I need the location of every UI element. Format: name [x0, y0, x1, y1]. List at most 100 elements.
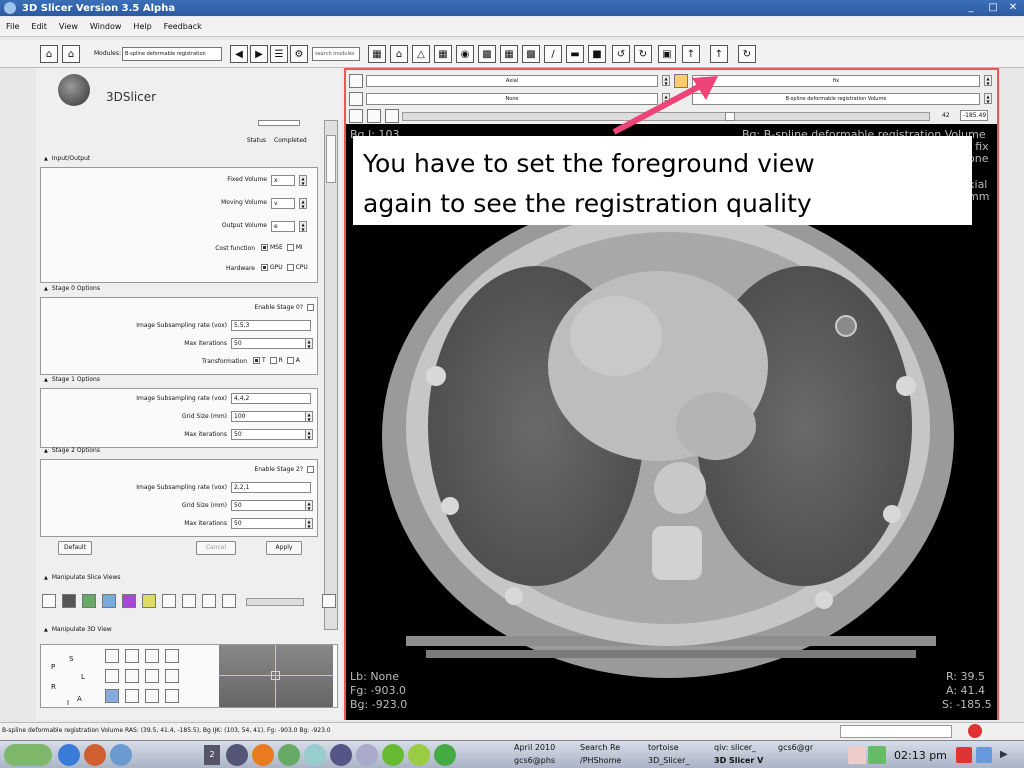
io-section-header[interactable]: Input/Output: [36, 155, 324, 167]
slice-label-icon[interactable]: [349, 92, 363, 106]
module-scrollbar-thumb[interactable]: [326, 135, 336, 183]
manip-3d-header[interactable]: Manipulate 3D View: [36, 626, 324, 638]
cost-mse-radio[interactable]: [261, 244, 268, 251]
hardware-cpu-radio[interactable]: [286, 264, 294, 271]
network-icon[interactable]: [110, 744, 132, 766]
moving-volume-select[interactable]: v: [271, 198, 295, 209]
slice-visibility-icon[interactable]: [349, 109, 363, 123]
view-zoom-out-icon[interactable]: [165, 669, 179, 683]
view-axes-icon[interactable]: [105, 689, 119, 703]
slicer-launch-icon[interactable]: [330, 744, 352, 766]
home-folder-icon[interactable]: [84, 744, 106, 766]
tabbed-view-icon[interactable]: ■: [588, 45, 606, 63]
redo-icon[interactable]: ↻: [634, 45, 652, 63]
fiducial-icon[interactable]: △: [412, 45, 430, 63]
slice-fov-icon[interactable]: [42, 594, 56, 608]
slice-green-icon[interactable]: [82, 594, 96, 608]
stage0-iterations-spinner[interactable]: ▲ ▼: [305, 338, 313, 349]
module-history-icon[interactable]: ☰: [270, 45, 288, 63]
clipboard-icon[interactable]: [848, 746, 866, 764]
spinner-icon[interactable]: [408, 744, 430, 766]
stage1-iterations-spinner[interactable]: ▲ ▼: [305, 429, 313, 440]
foreground-spinner[interactable]: ▲ ▼: [984, 75, 992, 86]
show-desktop-icon[interactable]: [976, 747, 992, 763]
home-module-icon[interactable]: ⌂: [40, 45, 58, 63]
view-3d-thumbnail[interactable]: [219, 645, 333, 707]
output-volume-spinner[interactable]: ▲ ▼: [299, 221, 307, 232]
update-icon[interactable]: [868, 746, 886, 764]
layout-icon[interactable]: ▦: [368, 45, 386, 63]
task-april-2010[interactable]: April 2010: [514, 743, 555, 752]
error-log-icon[interactable]: [968, 724, 982, 738]
menu-feedback[interactable]: Feedback: [164, 22, 202, 31]
slice-fit-view-icon[interactable]: [367, 109, 381, 123]
background-select[interactable]: B-spline deformable registration Volume: [692, 93, 980, 105]
task-3d-slicer-folder[interactable]: 3D_Slicer_: [648, 756, 689, 765]
slice-crosshair-icon[interactable]: [142, 594, 156, 608]
place-mode-icon[interactable]: ↑: [710, 45, 728, 63]
slice-settings-icon[interactable]: [322, 594, 336, 608]
module-search-icon[interactable]: ⚙: [290, 45, 308, 63]
module-scrollbar[interactable]: [324, 120, 338, 630]
enable-stage2-checkbox[interactable]: [307, 466, 314, 473]
view-rock-icon[interactable]: [165, 689, 179, 703]
maximize-icon[interactable]: □: [984, 1, 1002, 15]
home-view-icon[interactable]: ⌂: [390, 45, 408, 63]
notification-icon[interactable]: [956, 747, 972, 763]
clock[interactable]: 02:13 pm: [894, 749, 947, 762]
stage0-subsample-input[interactable]: 5,5,3: [231, 320, 311, 331]
apply-button[interactable]: Apply: [266, 541, 302, 555]
stage2-grid-spinner[interactable]: ▲ ▼: [305, 500, 313, 511]
annotation-icon[interactable]: ∕: [544, 45, 562, 63]
close-icon[interactable]: ✕: [1004, 1, 1022, 15]
moving-volume-spinner[interactable]: ▲ ▼: [299, 198, 307, 209]
task-gcs6-phs[interactable]: gcs6@phs: [514, 756, 555, 765]
stage2-iterations-spinner[interactable]: ▲ ▼: [305, 518, 313, 529]
stage2-grid-input[interactable]: 50: [231, 500, 311, 511]
menu-view[interactable]: View: [59, 22, 78, 31]
sync-icon[interactable]: [434, 744, 456, 766]
slice-center-icon[interactable]: [182, 594, 196, 608]
cost-mi-radio[interactable]: [286, 244, 294, 251]
manip-slice-header[interactable]: Manipulate Slice Views: [36, 574, 324, 586]
stage2-subsample-input[interactable]: 2,2,1: [231, 482, 311, 493]
view-3d-icon[interactable]: ◉: [456, 45, 474, 63]
fixed-volume-select[interactable]: x: [271, 175, 295, 186]
compare-view-icon[interactable]: ▦: [500, 45, 518, 63]
pidgin-icon[interactable]: [304, 744, 326, 766]
background-spinner[interactable]: ▲ ▼: [984, 93, 992, 104]
slice-grid-icon[interactable]: [162, 594, 176, 608]
cancel-button[interactable]: Cancel: [196, 541, 236, 555]
minimize-icon[interactable]: _: [962, 1, 980, 15]
output-volume-select[interactable]: e: [271, 221, 295, 232]
pick-mode-icon[interactable]: ↑: [682, 45, 700, 63]
lightbox-icon[interactable]: ▩: [522, 45, 540, 63]
task-qiv-slicer[interactable]: qiv: slicer_: [714, 743, 756, 752]
conventional-layout-icon[interactable]: ▦: [434, 45, 452, 63]
task-3d-slicer-window[interactable]: 3D Slicer V: [714, 756, 763, 765]
opacity-slider[interactable]: [246, 598, 304, 606]
transform-r-checkbox[interactable]: [269, 357, 277, 364]
task-phshome[interactable]: /PHShome: [580, 756, 621, 765]
menu-help[interactable]: Help: [133, 22, 151, 31]
four-up-icon[interactable]: ▩: [478, 45, 496, 63]
view-stereo-icon[interactable]: [125, 669, 139, 683]
ruler-icon[interactable]: ▬: [566, 45, 584, 63]
screenshot-icon[interactable]: ▣: [658, 45, 676, 63]
transform-a-checkbox[interactable]: [286, 357, 294, 364]
stage2-iterations-input[interactable]: 50: [231, 518, 311, 529]
desktop-switcher[interactable]: 2: [204, 745, 220, 765]
stage1-section-header[interactable]: Stage 1 Options: [36, 376, 324, 388]
menu-file[interactable]: File: [6, 22, 19, 31]
default-button[interactable]: Default: [58, 541, 92, 555]
slice-compare-icon[interactable]: [222, 594, 236, 608]
orientation-compass[interactable]: P S L R I A: [47, 649, 95, 707]
stage1-grid-spinner[interactable]: ▲ ▼: [305, 411, 313, 422]
tray-expand-icon[interactable]: ▶: [1000, 749, 1008, 760]
terminal-icon[interactable]: [226, 744, 248, 766]
view-snapshot-icon[interactable]: [145, 669, 159, 683]
data-module-icon[interactable]: ⌂: [62, 45, 80, 63]
view-camera-icon[interactable]: [145, 649, 159, 663]
task-search-results[interactable]: Search Re: [580, 743, 620, 752]
slice-offset-input[interactable]: -185.49: [960, 110, 988, 121]
